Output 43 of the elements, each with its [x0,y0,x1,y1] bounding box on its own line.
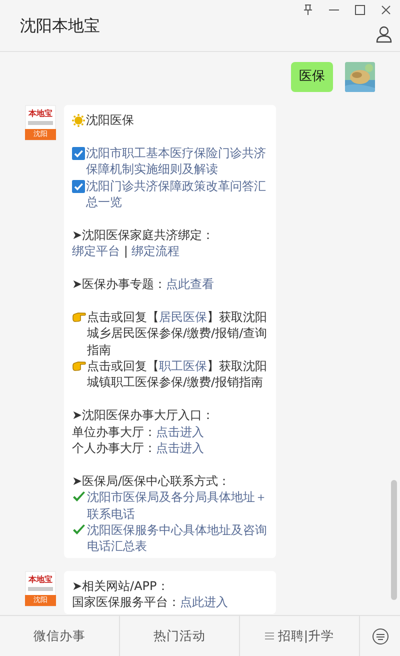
message-bubble: 医保 [291,62,333,92]
message-text: 个人办事大厅：点击进入 [72,440,205,456]
message-text: 点击或回复【居民医保】获取沈阳城乡居民医保参保/缴费/报销/查询指南 [87,308,268,358]
keyboard-icon[interactable] [372,628,388,644]
link[interactable]: 点击进入 [156,441,204,456]
pin-icon[interactable] [302,4,314,16]
menu-button[interactable]: 微信办事 [0,616,120,656]
link[interactable]: 点此查看 [166,277,214,292]
message-text: ➤沈阳医保家庭共济绑定： [72,226,216,244]
list-icon [264,632,274,640]
pointing-hand-icon [72,310,86,322]
person-icon[interactable] [376,26,392,42]
message-text: 绑定平台 | 绑定流程 [72,243,181,260]
maximize-icon[interactable] [354,4,366,16]
link[interactable]: 居民医保 [159,310,207,324]
link[interactable]: 点此进入 [180,595,228,610]
scrollbar[interactable] [391,480,397,600]
message-text: 点击或回复【职工医保】获取沈阳城镇职工医保参保/缴费/报销指南 [87,358,268,391]
link[interactable]: 绑定平台 [72,244,120,258]
menu-button[interactable]: 招聘|升学 [240,616,360,656]
link[interactable]: 沈阳市医保局及各分局具体地址＋联系电话 [87,489,268,522]
link[interactable]: 职工医保 [159,359,207,374]
link[interactable]: 绑定流程 [132,244,180,258]
message-text: ➤沈阳医保办事大厅入口： [72,407,216,424]
sun-icon [72,114,85,127]
link[interactable]: 点击进入 [156,424,204,439]
message-text: ➤医保办事专题：点此查看 [72,276,216,292]
message-text: 单位办事大厅：点击进入 [72,424,205,440]
check-icon [72,491,86,504]
message-text: 沈阳医保 [86,112,135,128]
checkbox-icon [72,180,85,193]
close-icon[interactable] [380,4,392,16]
message-text: 国家医保服务平台：点此进入 [72,594,229,611]
check-icon [72,524,86,536]
checkbox-icon [72,146,85,160]
menu-button[interactable]: 热门活动 [120,616,240,656]
pointing-hand-icon [72,360,86,372]
message-text: ➤医保局/医保中心联系方式： [72,472,232,490]
link[interactable]: 沈阳医保服务中心具体地址及咨询电话汇总表 [87,522,268,555]
link[interactable]: 沈阳门诊共济保障政策改革问答汇总一览 [86,178,268,210]
link[interactable]: 沈阳市职工基本医疗保险门诊共济保障机制实施细则及解读 [86,144,268,178]
message-text: ➤相关网站/APP： [72,578,170,594]
window-title: 沈阳本地宝 [20,16,100,37]
